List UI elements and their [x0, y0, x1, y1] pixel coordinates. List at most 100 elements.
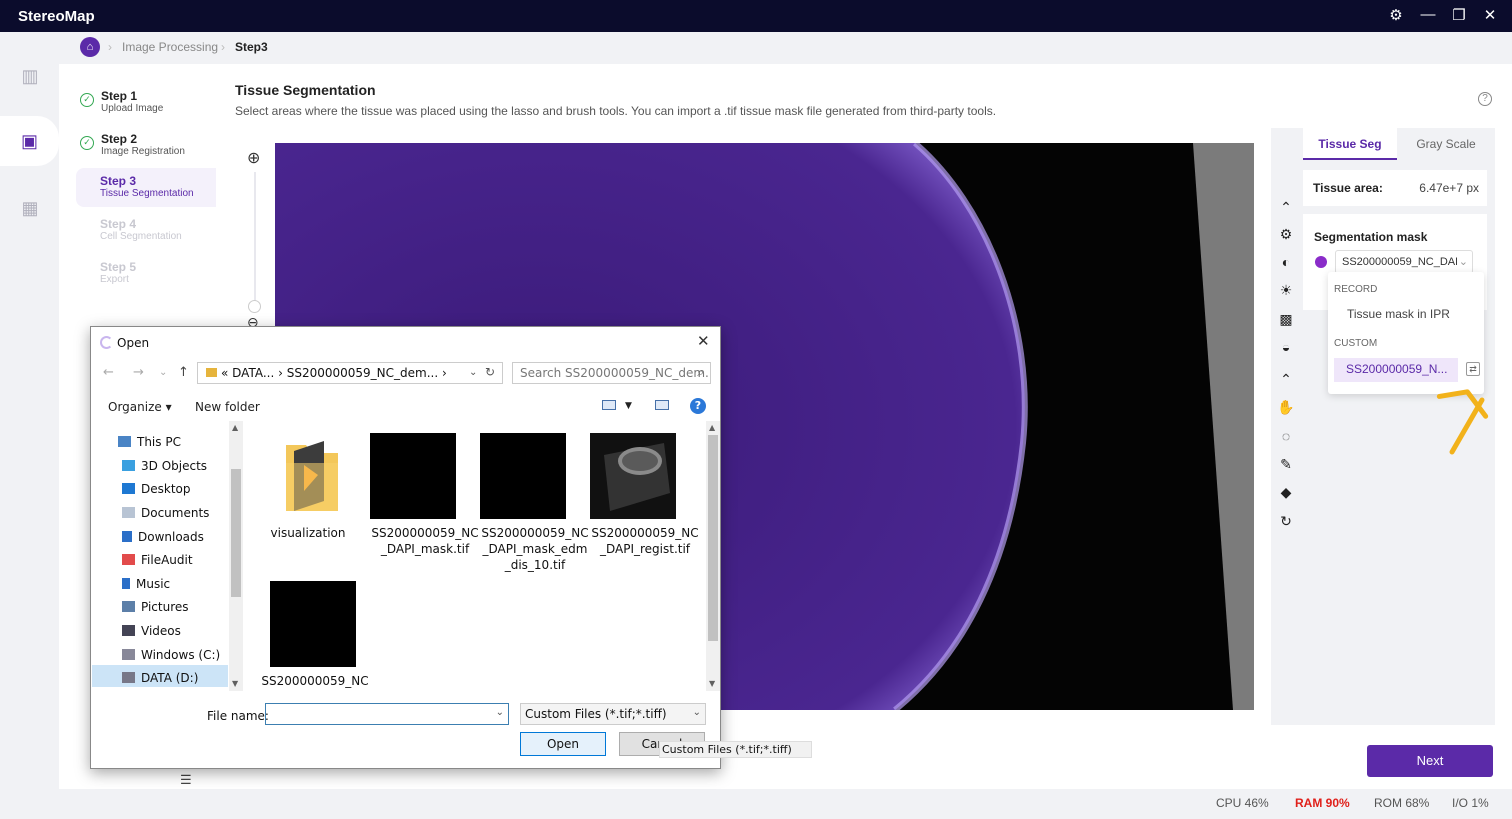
zoom-slider-handle[interactable] [248, 300, 261, 313]
tree-item-pictures[interactable]: Pictures [122, 600, 189, 614]
file-scroll-thumb[interactable] [708, 435, 718, 641]
zoom-slider[interactable] [254, 172, 256, 307]
help-icon[interactable]: ? [1478, 92, 1492, 106]
forward-icon[interactable]: → [133, 365, 144, 380]
step-subtitle: Export [100, 274, 129, 285]
new-folder-button[interactable]: New folder [195, 400, 260, 414]
file-thumbnail [480, 433, 566, 519]
filetype-select[interactable]: Custom Files (*.tif;*.tiff) ⌄ [520, 703, 706, 725]
left-nav: ▥ ▣ ▦ [0, 32, 59, 819]
tissue-area-box: Tissue area: 6.47e+7 px [1303, 170, 1487, 206]
file-thumbnail [270, 581, 356, 667]
refresh-icon[interactable]: ↻ [485, 365, 495, 379]
settings-icon[interactable]: ⚙ [1386, 6, 1406, 24]
brightness-icon[interactable]: ☀ [1277, 281, 1295, 299]
view-options-icon[interactable] [602, 400, 616, 410]
step-4: Step 4 Cell Segmentation [76, 211, 216, 251]
record-item[interactable]: Tissue mask in IPR [1347, 307, 1450, 321]
lasso-icon[interactable]: ◌ [1277, 427, 1295, 445]
home-icon[interactable]: ⌂ [80, 37, 100, 57]
video-icon [122, 625, 135, 636]
step-subtitle: Tissue Segmentation [100, 188, 194, 199]
scroll-up-icon[interactable]: ▲ [232, 423, 238, 432]
brush-icon[interactable]: ✎ [1277, 455, 1295, 473]
tree-scroll-thumb[interactable] [231, 469, 241, 597]
check-icon: ✓ [80, 136, 94, 150]
close-button[interactable]: ✕ [1480, 6, 1500, 24]
chevron-down-icon[interactable]: ⌄ [496, 707, 504, 718]
dialog-close-icon[interactable]: ✕ [697, 332, 710, 350]
eraser-icon[interactable]: ◆ [1277, 483, 1295, 501]
hand-icon[interactable]: ✋ [1277, 398, 1295, 416]
step-3[interactable]: Step 3 Tissue Segmentation [76, 168, 216, 207]
address-history-icon[interactable]: ⌄ [469, 367, 477, 378]
open-button[interactable]: Open [520, 732, 606, 756]
back-icon[interactable]: ← [103, 365, 114, 380]
scroll-up-icon[interactable]: ▲ [709, 423, 715, 432]
filename-input[interactable]: ⌄ [265, 703, 509, 725]
zoom-in-icon[interactable]: ⊕ [247, 148, 260, 168]
search-input[interactable]: Search SS200000059_NC_dem... ⌕ [512, 362, 711, 384]
scroll-down-icon[interactable]: ▼ [709, 679, 715, 688]
ram-status: RAM 90% [1295, 796, 1350, 810]
mask-color-swatch[interactable] [1315, 256, 1327, 268]
tool-strip: ⌃ ⚙ ◐ ☀ ▩ ◒ ⌃ ✋ ◌ ✎ ◆ ↻ [1271, 128, 1301, 725]
checker-icon[interactable]: ▩ [1277, 310, 1295, 328]
drive-icon [122, 649, 135, 660]
rom-status: ROM 68% [1374, 796, 1430, 810]
chevron-down-icon[interactable]: ⌄ [159, 367, 167, 378]
drop-icon[interactable]: ◒ [1277, 338, 1295, 356]
breadcrumb-separator: › [108, 40, 112, 54]
step-title: Step 2 [101, 132, 138, 146]
mask-select[interactable]: SS200000059_NC_DAPI ⌄ [1335, 250, 1473, 274]
io-status: I/O 1% [1452, 796, 1489, 810]
image-processing-icon[interactable]: ▣ [0, 116, 59, 166]
step-5: Step 5 Export [76, 254, 216, 294]
step-2[interactable]: ✓ Step 2 Image Registration [76, 126, 216, 166]
tree-item-3d-objects[interactable]: 3D Objects [122, 459, 207, 473]
settings-gear-icon[interactable]: ⚙ [1277, 225, 1295, 243]
tree-item-videos[interactable]: Videos [122, 624, 181, 638]
search-icon: ⌕ [697, 365, 704, 379]
tree-item-music[interactable]: Music [122, 577, 170, 591]
tree-item-windows-c[interactable]: Windows (C:) [122, 648, 220, 662]
minimize-button[interactable]: — [1418, 6, 1438, 23]
file-list-scrollbar[interactable]: ▲ ▼ [706, 421, 720, 691]
custom-item[interactable]: SS200000059_N... [1334, 358, 1458, 382]
chevron-down-icon: ⌄ [692, 707, 701, 718]
contrast-icon[interactable]: ◐ [1277, 253, 1295, 271]
annotation-arrow-icon [1436, 389, 1489, 455]
tree-item-fileaudit[interactable]: FileAudit [122, 553, 193, 567]
tab-tissue-seg[interactable]: Tissue Seg [1303, 128, 1397, 160]
restore-button[interactable]: ❐ [1449, 6, 1469, 24]
segmentation-mask-label: Segmentation mask [1314, 230, 1428, 244]
preview-pane-icon[interactable] [655, 400, 669, 410]
map-icon[interactable]: ▥ [10, 56, 50, 96]
rename-icon[interactable]: ⇄ [1466, 362, 1480, 376]
help-icon[interactable]: ? [690, 398, 706, 414]
next-button[interactable]: Next [1367, 745, 1493, 777]
organize-button[interactable]: Organize ▾ [108, 400, 172, 414]
open-file-dialog: Open ✕ ← → ⌄ ↑ « DATA... › SS200000059_N… [90, 326, 721, 769]
tree-item-this-pc[interactable]: This PC [118, 435, 181, 449]
collapse-up-icon-2[interactable]: ⌃ [1277, 370, 1295, 388]
collapse-up-icon[interactable]: ⌃ [1277, 198, 1295, 216]
apps-grid-icon[interactable]: ▦ [10, 188, 50, 228]
scroll-down-icon[interactable]: ▼ [232, 679, 238, 688]
tree-item-documents[interactable]: Documents [122, 506, 209, 520]
reset-icon[interactable]: ↻ [1277, 512, 1295, 530]
tab-gray-scale[interactable]: Gray Scale [1399, 128, 1493, 160]
view-dropdown-icon[interactable]: ▼ [625, 401, 632, 411]
tree-scrollbar[interactable]: ▲ ▼ [229, 421, 243, 691]
command-bar: Organize ▾ New folder ▼ ? [92, 394, 719, 418]
tree-item-desktop[interactable]: Desktop [122, 482, 191, 496]
address-bar[interactable]: « DATA... › SS200000059_NC_dem... › [197, 362, 503, 384]
page-title: Tissue Segmentation [235, 82, 376, 98]
breadcrumb-image-processing[interactable]: Image Processing [122, 40, 218, 54]
collapse-sidebar-icon[interactable]: ☰ [180, 772, 192, 788]
tree-item-data-d[interactable]: DATA (D:) [92, 665, 228, 687]
folder-icon [286, 441, 338, 511]
step-1[interactable]: ✓ Step 1 Upload Image [76, 83, 216, 123]
tree-item-downloads[interactable]: Downloads [122, 530, 204, 544]
up-icon[interactable]: ↑ [178, 365, 189, 380]
